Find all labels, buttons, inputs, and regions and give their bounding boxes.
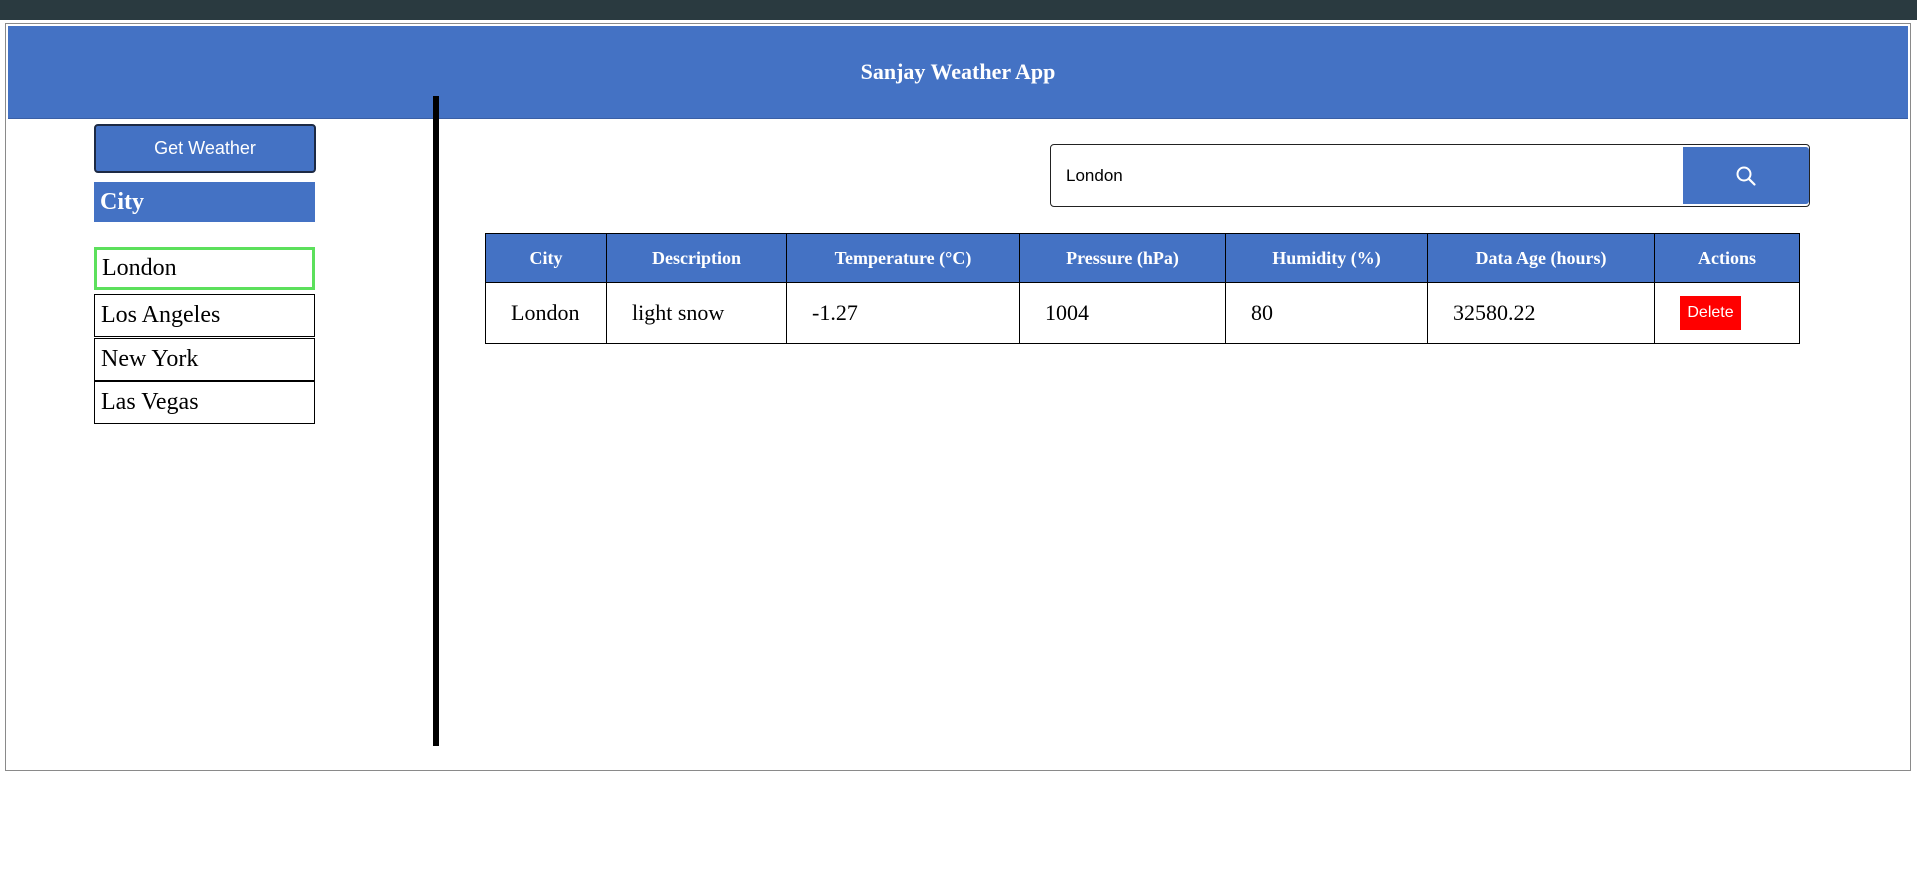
city-item-new-york[interactable]: New York (94, 338, 315, 381)
weather-table: City Description Temperature (°C) Pressu… (485, 233, 1800, 344)
cell-actions: Delete (1654, 282, 1800, 344)
browser-toolbar-strip (0, 0, 1917, 20)
search-icon (1736, 166, 1756, 186)
search-button[interactable] (1683, 147, 1809, 204)
get-weather-button[interactable]: Get Weather (94, 124, 316, 173)
header-temperature: Temperature (°C) (786, 233, 1020, 283)
city-list-header: City (94, 182, 315, 222)
header-actions: Actions (1654, 233, 1800, 283)
header-pressure: Pressure (hPa) (1019, 233, 1226, 283)
cell-data-age: 32580.22 (1427, 282, 1655, 344)
header-data-age: Data Age (hours) (1427, 233, 1655, 283)
city-item-london[interactable]: London (94, 247, 315, 290)
header-description: Description (606, 233, 787, 283)
header-city: City (485, 233, 607, 283)
cell-pressure: 1004 (1019, 282, 1226, 344)
table-row: London light snow -1.27 1004 80 32580.22… (485, 282, 1800, 344)
search-input[interactable] (1052, 146, 1678, 205)
city-item-los-angeles[interactable]: Los Angeles (94, 294, 315, 337)
cell-city: London (485, 282, 607, 344)
cell-temperature: -1.27 (786, 282, 1020, 344)
panel-divider (433, 96, 439, 746)
cell-description: light snow (606, 282, 787, 344)
app-title: Sanjay Weather App (860, 59, 1056, 84)
city-item-las-vegas[interactable]: Las Vegas (94, 381, 315, 424)
header-humidity: Humidity (%) (1225, 233, 1428, 283)
cell-humidity: 80 (1225, 282, 1428, 344)
app-header: Sanjay Weather App (8, 26, 1908, 119)
table-header-row: City Description Temperature (°C) Pressu… (485, 233, 1800, 283)
delete-button[interactable]: Delete (1680, 296, 1741, 330)
search-box (1050, 144, 1810, 207)
